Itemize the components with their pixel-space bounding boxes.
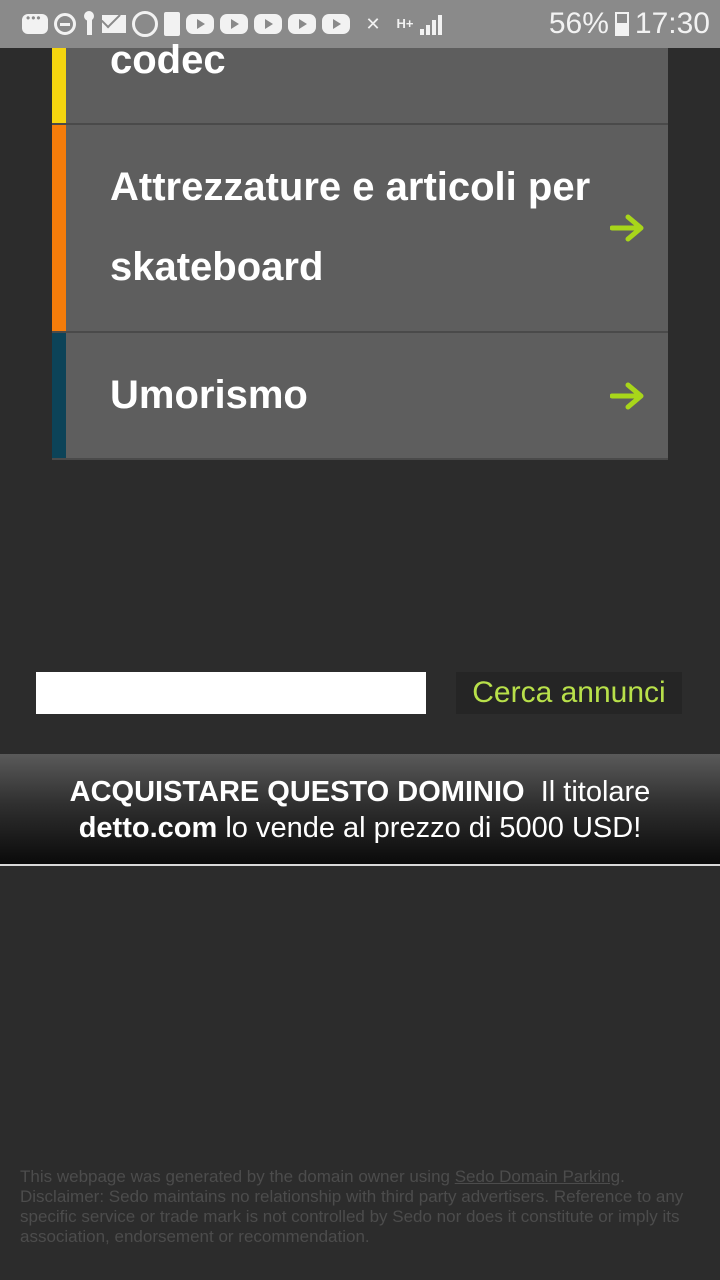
- footer-disclaimer: This webpage was generated by the domain…: [20, 1167, 710, 1247]
- category-color-stripe: [52, 125, 66, 331]
- banner-text: Il titolare: [540, 776, 651, 808]
- footer-generated-text: This webpage was generated by the domain…: [20, 1167, 455, 1186]
- category-label: Umorismo: [110, 373, 308, 417]
- chat-icon: [22, 11, 48, 34]
- arrow-right-icon: [610, 213, 646, 243]
- banner-domain: detto.com: [78, 812, 218, 844]
- banner-price-text: lo vende al prezzo di 5000 USD!: [225, 812, 642, 844]
- arrow-right-icon: [610, 381, 646, 411]
- category-label: Attrezzature e articoli per skateboard: [110, 165, 591, 289]
- category-item-codec[interactable]: codec: [52, 38, 668, 125]
- disclaimer-text: Disclaimer: Sedo maintains no relationsh…: [20, 1187, 684, 1246]
- do-not-disturb-icon: [54, 13, 76, 35]
- sedo-parking-link[interactable]: Sedo Domain Parking: [455, 1167, 620, 1186]
- category-color-stripe: [52, 333, 66, 458]
- category-item-skateboard[interactable]: Attrezzature e articoli per skateboard: [52, 125, 668, 333]
- search-button[interactable]: Cerca annunci: [456, 672, 682, 714]
- search-input[interactable]: [36, 672, 426, 714]
- category-color-stripe: [52, 48, 66, 123]
- domain-sale-banner[interactable]: ACQUISTARE QUESTO DOMINIO Il titolare de…: [0, 754, 720, 866]
- banner-headline: ACQUISTARE QUESTO DOMINIO: [69, 776, 525, 808]
- battery-icon: [614, 12, 629, 36]
- key-icon: [82, 11, 96, 37]
- footer-period: .: [620, 1167, 625, 1186]
- category-item-umorismo[interactable]: Umorismo: [52, 333, 668, 460]
- category-label: codec: [110, 38, 226, 82]
- clock: 17:30: [634, 7, 710, 40]
